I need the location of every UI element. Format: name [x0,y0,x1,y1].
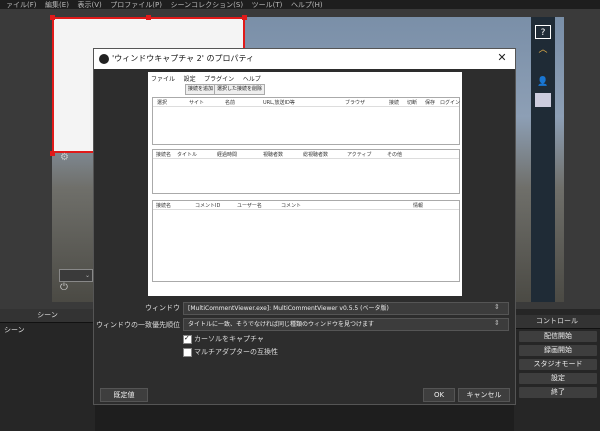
grid-header-cell: 総視聴者数 [303,152,329,158]
priority-label: ウィンドウの一致優先順位 [96,321,180,329]
grid-header-cell: 選択 [157,100,168,106]
properties-dialog: 'ウィンドウキャプチャ 2' のプロパティ ✕ ファイル 設定 プラグイン ヘル… [93,48,516,405]
grid-header-cell: 視聴者数 [263,152,284,158]
add-connection-button[interactable]: 接続を追加 [185,84,217,95]
window-match-priority-select[interactable]: タイトルに一致、そうでなければ同じ種類のウィンドウを見つけます [183,318,509,331]
grid-header-cell: 接続名 [156,152,172,158]
multi-adapter-label: マルチアダプターの互換性 [194,348,278,356]
scene-panel-title: シーン [0,309,95,323]
resize-handle[interactable] [50,151,55,156]
grid-header-cell: 保存 [425,100,436,106]
grid-header-cell: アクティブ [347,152,372,158]
grid-header-cell: 切断 [407,100,418,106]
chevron-up-icon[interactable]: ︿ [535,43,551,57]
menu-scene-collection[interactable]: シーンコレクション(S) [171,1,244,9]
updown-icon: ⇕ [494,303,500,311]
scene-list-item[interactable]: シーン [0,323,95,337]
grid-header-cell: 接続名 [156,203,172,209]
resize-handle[interactable] [146,15,151,20]
streams-grid[interactable]: 接続名 タイトル 経過時間 視聴者数 総視聴者数 アクティブ その他 [152,149,460,194]
grid-header-cell: その他 [387,152,403,158]
gear-icon[interactable]: ⚙ [60,152,69,163]
resize-handle[interactable] [242,15,247,20]
comments-grid[interactable]: 接続名 コメントID ユーザー名 コメント 情報 [152,200,460,282]
plugin-menubar: ファイル 設定 プラグイン ヘルプ [151,74,267,83]
grid-header-cell: コメントID [195,203,221,209]
connections-grid[interactable]: 選択 サイト 名前 URL,放送ID等 ブラウザ 接続 切断 保存 ログイン [152,97,460,145]
scene-panel: シーン シーン [0,309,95,431]
plugin-menu-file[interactable]: ファイル [151,76,175,83]
grid-header-cell: 経過時間 [217,152,238,158]
menu-edit[interactable]: 編集(E) [45,1,69,9]
menu-profile[interactable]: プロファイル(P) [110,1,162,9]
grid-header-cell: ユーザー名 [237,203,262,209]
grid-header-cell: 接続 [389,100,400,106]
grid-header-cell: 名前 [225,100,236,106]
resize-handle[interactable] [50,15,55,20]
menu-file[interactable]: ァイル(F) [6,1,37,9]
captured-window-preview: ファイル 設定 プラグイン ヘルプ 接続を追加 選択した接続を削除 選択 サイト… [148,72,462,296]
multi-adapter-checkbox[interactable] [183,348,192,357]
remove-connection-button[interactable]: 選択した接続を削除 [214,84,266,95]
capture-cursor-checkbox[interactable] [183,334,192,344]
menu-help[interactable]: ヘルプ(H) [291,1,323,9]
close-icon[interactable]: ✕ [495,51,509,65]
chevron-down-icon: ⌄ [84,272,90,279]
updown-icon: ⇕ [494,319,500,327]
capture-cursor-label: カーソルをキャプチャ [194,335,264,343]
window-select[interactable]: [MultiCommentViewer.exe]: MultiCommentVi… [183,302,509,315]
plugin-select-dropdown[interactable]: ⌄ [59,269,93,282]
settings-button[interactable]: 設定 [519,373,597,384]
studio-mode-button[interactable]: スタジオモード [519,359,597,370]
dialog-titlebar: 'ウィンドウキャプチャ 2' のプロパティ ✕ [94,49,515,69]
menu-view[interactable]: 表示(V) [77,1,101,9]
start-streaming-button[interactable]: 配信開始 [519,331,597,342]
exit-button[interactable]: 終了 [519,387,597,398]
plugin-menu-help[interactable]: ヘルプ [243,76,261,83]
controls-title: コントロール [514,315,600,329]
grid-header-cell: コメント [281,203,302,209]
avatar[interactable] [535,93,551,107]
grid-header-cell: 情報 [413,203,424,209]
defaults-button[interactable]: 既定値 [100,388,148,402]
grid-header-cell: タイトル [177,152,198,158]
grid-header-cell: URL,放送ID等 [263,100,295,106]
preview-right-rail: ? ︿ 👤 [531,17,555,302]
ok-button[interactable]: OK [423,388,455,402]
grid-header-cell: サイト [189,100,205,106]
plugin-menu-plugins[interactable]: プラグイン [204,76,234,83]
cancel-button[interactable]: キャンセル [458,388,510,402]
plugin-menu-settings[interactable]: 設定 [184,76,196,83]
obs-logo-icon [99,54,109,64]
user-icon[interactable]: 👤 [535,75,551,89]
start-recording-button[interactable]: 録画開始 [519,345,597,356]
help-icon[interactable]: ? [535,25,551,39]
power-icon[interactable]: ⏻ [60,282,68,293]
obs-menubar: ァイル(F) 編集(E) 表示(V) プロファイル(P) シーンコレクション(S… [0,0,600,9]
grid-header-cell: ブラウザ [345,100,366,106]
grid-header-cell: ログイン [440,100,461,106]
window-label: ウィンドウ [145,304,180,312]
menu-tools[interactable]: ツール(T) [252,1,283,9]
controls-panel: コントロール 配信開始 録画開始 スタジオモード 設定 終了 [514,309,600,431]
dialog-title: 'ウィンドウキャプチャ 2' のプロパティ [112,54,255,63]
